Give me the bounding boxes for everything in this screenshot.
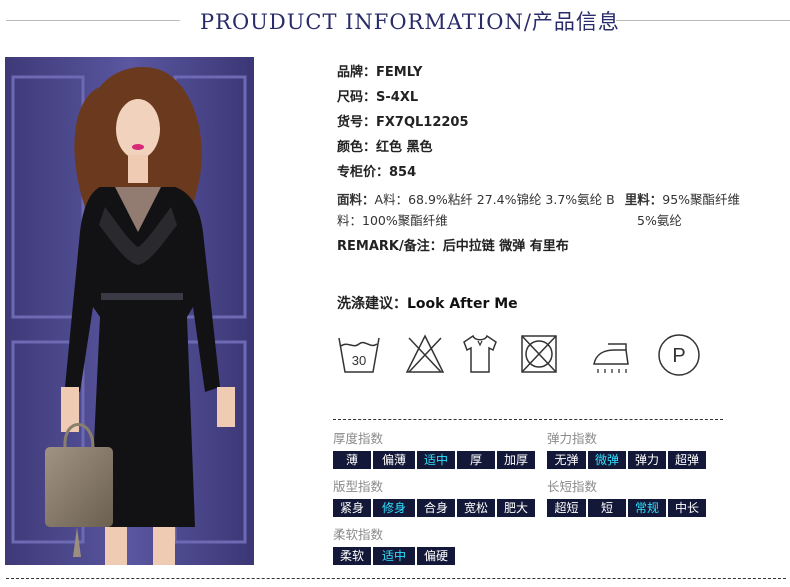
- length-option-selected: 常规: [628, 499, 666, 517]
- section-divider: [333, 419, 723, 420]
- thickness-option: 厚: [457, 451, 495, 469]
- sku-value: FX7QL12205: [376, 115, 469, 130]
- wash-30-icon: 30: [338, 337, 380, 373]
- no-bleach-icon: [405, 334, 445, 373]
- thickness-option: 偏薄: [373, 451, 415, 469]
- thickness-options: 薄 偏薄 适中 厚 加厚: [333, 451, 535, 469]
- brand-row: 品牌：FEMLY: [337, 64, 782, 89]
- remark-label: REMARK/备注：: [337, 239, 443, 254]
- thickness-label: 厚度指数: [333, 431, 384, 446]
- washing-advice: 洗涤建议：Look After Me: [337, 293, 518, 313]
- product-info: 品牌：FEMLY 尺码：S-4XL 货号：FX7QL12205 颜色：红色 黑色…: [337, 64, 782, 263]
- fit-option: 紧身: [333, 499, 371, 517]
- sku-row: 货号：FX7QL12205: [337, 114, 782, 139]
- elasticity-label: 弹力指数: [547, 431, 598, 446]
- price-value: 854: [389, 165, 417, 180]
- remark-value: 后中拉链 微弹 有里布: [442, 239, 569, 254]
- page-header: PROUDUCT INFORMATION/产品信息: [0, 0, 790, 40]
- price-label: 专柜价：: [337, 165, 390, 180]
- thickness-option: 加厚: [497, 451, 535, 469]
- elasticity-option-selected: 微弹: [588, 451, 626, 469]
- fit-option-selected: 修身: [373, 499, 415, 517]
- elasticity-options: 无弹 微弹 弹力 超弹: [547, 451, 706, 469]
- color-row: 颜色：红色 黑色: [337, 139, 782, 164]
- lining-value-cont: 5%氨纶: [637, 213, 682, 228]
- washing-value: Look After Me: [407, 296, 518, 312]
- elasticity-option: 超弹: [668, 451, 706, 469]
- fit-option: 肥大: [497, 499, 535, 517]
- softness-label: 柔软指数: [333, 527, 384, 542]
- softness-option-selected: 适中: [373, 547, 415, 565]
- length-options: 超短 短 常规 中长: [547, 499, 706, 517]
- size-value: S-4XL: [376, 90, 419, 105]
- fabric-line-1: 面料：A料：68.9%粘纤 27.4%锦纶 3.7%氨纶 B 里料：95%聚酯纤…: [337, 189, 782, 210]
- length-option: 中长: [668, 499, 706, 517]
- fit-option: 合身: [417, 499, 455, 517]
- color-value: 红色 黑色: [376, 140, 433, 155]
- fabric-block: 面料：A料：68.9%粘纤 27.4%锦纶 3.7%氨纶 B 里料：95%聚酯纤…: [337, 189, 782, 235]
- length-option: 短: [588, 499, 626, 517]
- washing-label: 洗涤建议：: [337, 296, 407, 312]
- color-label: 颜色：: [337, 140, 377, 155]
- dry-clean-letter: P: [672, 345, 685, 367]
- softness-option: 柔软: [333, 547, 371, 565]
- lining-label: 里料：: [624, 192, 663, 207]
- length-option: 超短: [547, 499, 586, 517]
- care-icons: 30 P: [336, 332, 716, 382]
- fabric-line-2: 料：100%聚酯纤维 5%氨纶: [337, 210, 782, 231]
- length-label: 长短指数: [547, 479, 598, 494]
- page-title: PROUDUCT INFORMATION/产品信息: [200, 10, 620, 34]
- sku-label: 货号：: [337, 115, 377, 130]
- softness-option: 偏硬: [417, 547, 455, 565]
- elasticity-option: 无弹: [547, 451, 586, 469]
- size-row: 尺码：S-4XL: [337, 89, 782, 114]
- hang-dry-icon: [463, 334, 497, 373]
- thickness-option: 薄: [333, 451, 371, 469]
- brand-value: FEMLY: [376, 65, 423, 80]
- elasticity-option: 弹力: [628, 451, 666, 469]
- wash-temp: 30: [352, 353, 366, 368]
- product-photo: [5, 57, 254, 565]
- fabric-value-cont: 料：100%聚酯纤维: [337, 213, 448, 228]
- size-label: 尺码：: [337, 90, 377, 105]
- softness-options: 柔软 适中 偏硬: [333, 547, 455, 565]
- remark-row: REMARK/备注：后中拉链 微弹 有里布: [337, 238, 782, 263]
- dry-clean-p-icon: P: [658, 334, 700, 376]
- fit-option: 宽松: [457, 499, 495, 517]
- brand-label: 品牌：: [337, 65, 377, 80]
- price-row: 专柜价：854: [337, 164, 782, 189]
- bottom-divider: [6, 578, 786, 579]
- fit-label: 版型指数: [333, 479, 384, 494]
- fabric-value: A料：68.9%粘纤 27.4%锦纶 3.7%氨纶 B: [374, 192, 615, 207]
- fit-options: 紧身 修身 合身 宽松 肥大: [333, 499, 535, 517]
- thickness-option-selected: 适中: [417, 451, 455, 469]
- header-divider-right: [616, 20, 790, 21]
- header-divider-left: [6, 20, 180, 21]
- iron-icon: [593, 343, 629, 373]
- no-tumble-dry-icon: [521, 335, 557, 373]
- lining-value: 95%聚酯纤维: [662, 192, 741, 207]
- fabric-label: 面料：: [337, 192, 375, 207]
